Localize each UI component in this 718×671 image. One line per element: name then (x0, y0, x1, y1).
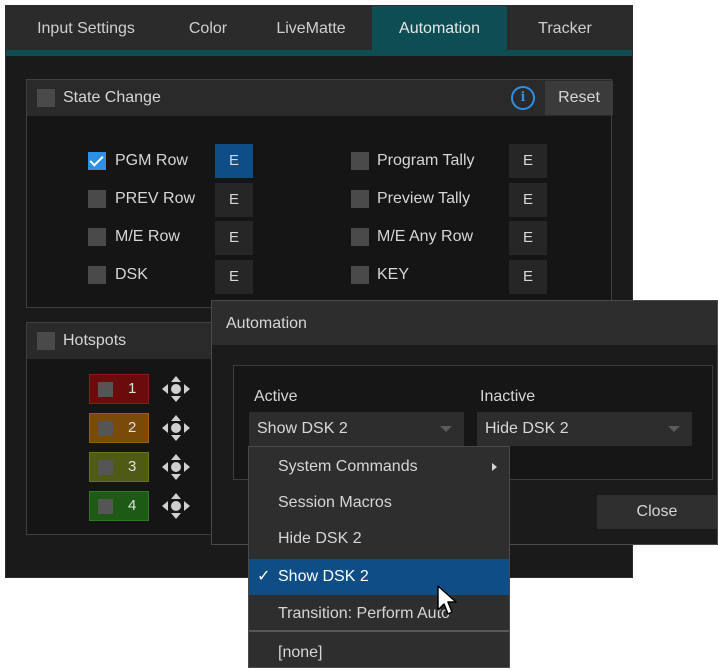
dsk-label: DSK (115, 266, 148, 283)
pgm-row-label: PGM Row (115, 152, 188, 169)
state-change-header: State Change i Reset (27, 80, 613, 116)
hotspots-title: Hotspots (63, 332, 127, 349)
active-dropdown-menu: System Commands Session Macros Hide DSK … (248, 446, 510, 668)
tab-color[interactable]: Color (166, 6, 250, 52)
menu-item-hide-dsk-2[interactable]: Hide DSK 2 (249, 521, 509, 557)
dsk-checkbox[interactable] (88, 266, 106, 284)
menu-item-session-macros[interactable]: Session Macros (249, 485, 509, 521)
hotspot-button-1[interactable]: 1 (89, 374, 149, 404)
checkmark-icon: ✓ (257, 568, 271, 585)
tab-input-settings[interactable]: Input Settings (12, 6, 160, 52)
tab-tracker[interactable]: Tracker (513, 6, 617, 52)
inactive-label: Inactive (480, 388, 536, 405)
automation-dialog-titlebar: Automation (212, 301, 717, 345)
hotspot-number: 1 (128, 380, 137, 397)
hotspot-button-4[interactable]: 4 (89, 491, 149, 521)
hotspot-number: 4 (128, 497, 137, 514)
inactive-dropdown[interactable]: Hide DSK 2 (477, 412, 692, 446)
menu-item-transition-perform-auto[interactable]: Transition: Perform Auto (249, 596, 509, 632)
close-button[interactable]: Close (597, 495, 717, 529)
me-any-row-checkbox[interactable] (351, 228, 369, 246)
me-row-edit-button[interactable]: E (215, 221, 253, 255)
move-arrows-icon[interactable] (159, 452, 193, 482)
active-label: Active (254, 388, 298, 405)
info-icon[interactable]: i (511, 86, 535, 110)
move-arrows-icon[interactable] (159, 374, 193, 404)
hotspot-checkbox[interactable] (98, 460, 113, 475)
tab-livematte[interactable]: LiveMatte (256, 6, 366, 52)
preview-tally-edit-button[interactable]: E (509, 183, 547, 217)
menu-item-none[interactable]: [none] (249, 635, 509, 671)
program-tally-edit-button[interactable]: E (509, 144, 547, 178)
active-dropdown[interactable]: Show DSK 2 (249, 412, 464, 446)
chevron-down-icon (440, 426, 452, 432)
hotspot-number: 2 (128, 419, 137, 436)
chevron-down-icon (668, 426, 680, 432)
hotspot-checkbox[interactable] (98, 421, 113, 436)
hotspot-checkbox[interactable] (98, 499, 113, 514)
tab-automation[interactable]: Automation (372, 6, 507, 52)
menu-separator (249, 630, 509, 632)
inactive-dropdown-value: Hide DSK 2 (485, 420, 569, 437)
program-tally-label: Program Tally (377, 152, 475, 169)
state-change-panel: State Change i Reset PGM Row E PREV Row … (26, 79, 613, 308)
me-any-row-edit-button[interactable]: E (509, 221, 547, 255)
me-any-row-label: M/E Any Row (377, 228, 474, 245)
pgm-row-edit-button[interactable]: E (215, 144, 253, 178)
menu-item-label: Show DSK 2 (278, 568, 369, 585)
menu-item-label: [none] (278, 644, 323, 661)
move-arrows-icon[interactable] (159, 491, 193, 521)
dsk-edit-button[interactable]: E (215, 260, 253, 294)
menu-item-label: Transition: Perform Auto (278, 605, 450, 622)
menu-item-label: System Commands (278, 458, 418, 475)
hotspot-number: 3 (128, 458, 137, 475)
tab-bar: Input Settings Color LiveMatte Automatio… (6, 6, 632, 56)
program-tally-checkbox[interactable] (351, 152, 369, 170)
submenu-arrow-icon (492, 463, 497, 471)
me-row-label: M/E Row (115, 228, 180, 245)
active-dropdown-value: Show DSK 2 (257, 420, 348, 437)
reset-button[interactable]: Reset (545, 81, 613, 115)
prev-row-edit-button[interactable]: E (215, 183, 253, 217)
automation-dialog-title: Automation (226, 315, 307, 332)
preview-tally-label: Preview Tally (377, 190, 471, 207)
state-change-title: State Change (63, 89, 161, 106)
pgm-row-checkbox[interactable] (88, 152, 106, 170)
key-edit-button[interactable]: E (509, 260, 547, 294)
mouse-pointer-icon (436, 584, 458, 616)
move-arrows-icon[interactable] (159, 413, 193, 443)
prev-row-label: PREV Row (115, 190, 196, 207)
menu-item-label: Session Macros (278, 494, 392, 511)
menu-item-system-commands[interactable]: System Commands (249, 449, 509, 485)
hotspots-checkbox[interactable] (37, 332, 55, 350)
key-checkbox[interactable] (351, 266, 369, 284)
prev-row-checkbox[interactable] (88, 190, 106, 208)
hotspot-button-3[interactable]: 3 (89, 452, 149, 482)
hotspot-button-2[interactable]: 2 (89, 413, 149, 443)
me-row-checkbox[interactable] (88, 228, 106, 246)
key-label: KEY (377, 266, 410, 283)
menu-item-label: Hide DSK 2 (278, 530, 362, 547)
state-change-checkbox[interactable] (37, 89, 55, 107)
hotspot-checkbox[interactable] (98, 382, 113, 397)
menu-item-show-dsk-2[interactable]: ✓ Show DSK 2 (249, 559, 509, 595)
preview-tally-checkbox[interactable] (351, 190, 369, 208)
